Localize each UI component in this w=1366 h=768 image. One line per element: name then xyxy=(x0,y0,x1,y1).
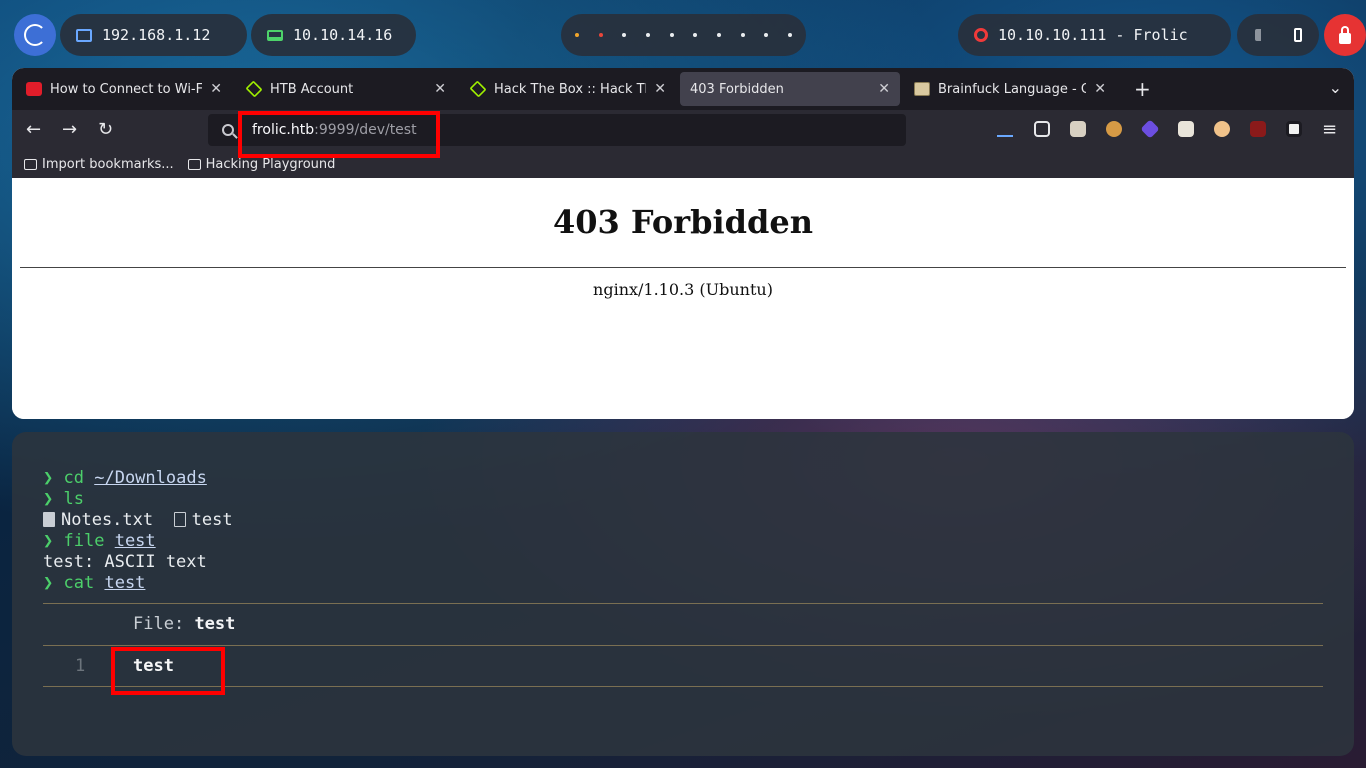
page-content: 403 Forbidden nginx/1.10.3 (Ubuntu) xyxy=(12,178,1354,419)
server-signature: nginx/1.10.3 (Ubuntu) xyxy=(593,280,773,299)
foxyproxy-icon[interactable] xyxy=(1178,121,1194,137)
tab-title: Brainfuck Language - Onli xyxy=(938,81,1087,97)
bookmark-import[interactable]: Import bookmarks... xyxy=(24,157,174,172)
bookmark-label: Hacking Playground xyxy=(205,156,336,172)
tab-hack-the-box[interactable]: Hack The Box :: Hack The B ✕ xyxy=(460,72,676,106)
target-icon xyxy=(974,28,988,42)
local-ip-indicator[interactable]: 192.168.1.12 xyxy=(60,14,247,56)
bookmark-label: Import bookmarks... xyxy=(42,156,174,172)
bat-header-row: File: test xyxy=(43,603,1323,645)
workspace-dot-5[interactable] xyxy=(669,33,674,37)
folder-icon xyxy=(187,158,201,170)
laptop-icon xyxy=(267,29,283,41)
tab-title: How to Connect to Wi-Fi Th xyxy=(50,81,203,97)
bat-output-table: File: test 1 test xyxy=(43,603,1323,687)
terminal-line-ls: ❯ ls xyxy=(43,489,84,509)
workspace-dot-4[interactable] xyxy=(645,33,650,37)
back-arrow-icon[interactable]: ← xyxy=(26,119,41,140)
workspace-dot-7[interactable] xyxy=(716,33,721,37)
tab-strip: How to Connect to Wi-Fi Th ✕ HTB Account… xyxy=(12,68,1354,110)
terminal-line-file-cmd: ❯ file test xyxy=(43,531,156,551)
bat-file-header: File: test xyxy=(133,614,236,634)
browser-window: How to Connect to Wi-Fi Th ✕ HTB Account… xyxy=(12,68,1354,419)
new-tab-plus-icon[interactable]: + xyxy=(1134,77,1151,101)
workspace-dot-1[interactable] xyxy=(575,33,579,37)
forward-arrow-icon[interactable]: → xyxy=(62,119,77,140)
chevron-down-icon[interactable]: ⌄ xyxy=(1329,78,1342,97)
launcher-button[interactable] xyxy=(14,14,56,56)
hacktools-icon[interactable] xyxy=(1070,121,1086,137)
workspace-dot-3[interactable] xyxy=(622,33,627,37)
red-badge-icon xyxy=(26,82,42,96)
tab-title: Hack The Box :: Hack The B xyxy=(494,81,646,97)
debian-logo-icon xyxy=(24,24,46,46)
brainfuck-icon xyxy=(914,82,930,96)
htb-cube-icon xyxy=(245,80,263,98)
target-text: 10.10.10.111 - Frolic xyxy=(998,26,1188,44)
tab-403-forbidden[interactable]: 403 Forbidden ✕ xyxy=(680,72,900,106)
close-icon[interactable]: ✕ xyxy=(210,81,222,97)
wappalyzer-icon[interactable] xyxy=(1140,119,1160,139)
local-ip-text: 192.168.1.12 xyxy=(102,26,211,44)
tab-brainfuck[interactable]: Brainfuck Language - Onli ✕ xyxy=(904,72,1116,106)
close-icon[interactable]: ✕ xyxy=(878,81,890,97)
tab-wifi[interactable]: How to Connect to Wi-Fi Th ✕ xyxy=(16,72,232,106)
workspace-switcher[interactable] xyxy=(561,14,806,56)
close-icon[interactable]: ✕ xyxy=(1094,81,1106,97)
close-icon[interactable]: ✕ xyxy=(434,81,446,97)
terminal-line-cat: ❯ cat test xyxy=(43,573,146,593)
download-icon[interactable] xyxy=(997,121,1013,137)
network-icon xyxy=(76,28,92,42)
tab-title: HTB Account xyxy=(270,81,354,97)
bookmark-hacking-playground[interactable]: Hacking Playground xyxy=(187,156,336,172)
terminal-window[interactable]: ❯ cd ~/Downloads ❯ ls Notes.txt test ❯ f… xyxy=(12,432,1354,756)
terminal-line-files: Notes.txt test xyxy=(43,510,233,530)
vpn-ip-text: 10.10.14.16 xyxy=(293,26,393,44)
terminal-line-cd: ❯ cd ~/Downloads xyxy=(43,468,207,488)
vpn-ip-indicator[interactable]: 10.10.14.16 xyxy=(251,14,416,56)
system-tray xyxy=(1237,14,1319,56)
battery-icon[interactable] xyxy=(1293,28,1302,42)
close-icon[interactable]: ✕ xyxy=(654,81,666,97)
qr-code-icon[interactable] xyxy=(1286,121,1302,137)
workspace-dot-10[interactable] xyxy=(787,33,792,37)
htb-cube-icon xyxy=(469,80,487,98)
cookie-icon[interactable] xyxy=(1106,121,1122,137)
page-title: 403 Forbidden xyxy=(552,203,813,241)
search-icon xyxy=(222,124,234,136)
lock-icon xyxy=(1339,25,1351,44)
nav-toolbar: ← → ↻ frolic.htb:9999/dev/test ≡ xyxy=(12,110,1354,150)
menu-hamburger-icon[interactable]: ≡ xyxy=(1322,119,1337,140)
lock-screen-button[interactable] xyxy=(1324,14,1366,56)
workspace-dot-9[interactable] xyxy=(764,33,769,37)
file-icon xyxy=(173,512,186,527)
ublock-icon[interactable] xyxy=(1250,121,1266,137)
import-icon xyxy=(24,158,37,170)
bookmarks-toolbar: Import bookmarks... Hacking Playground xyxy=(12,150,1354,178)
extensions-puzzle-icon[interactable] xyxy=(1034,121,1050,137)
workspace-dot-8[interactable] xyxy=(740,33,745,37)
line-number: 1 xyxy=(75,656,86,676)
highlight-box-content xyxy=(111,647,225,695)
volume-muted-icon[interactable] xyxy=(1254,29,1269,41)
tab-htb-account[interactable]: HTB Account ✕ xyxy=(236,72,456,106)
divider xyxy=(20,267,1346,268)
highlight-box-url xyxy=(238,111,440,158)
tab-title: 403 Forbidden xyxy=(690,81,784,97)
user-agent-switcher-icon[interactable] xyxy=(1214,121,1230,137)
terminal-line-file-output: test: ASCII text xyxy=(43,552,207,572)
bat-content-row: 1 test xyxy=(43,645,1323,687)
target-indicator[interactable]: 10.10.10.111 - Frolic xyxy=(958,14,1231,56)
workspace-dot-2[interactable] xyxy=(598,33,603,37)
reload-icon[interactable]: ↻ xyxy=(98,119,113,140)
file-text-icon xyxy=(43,512,55,527)
workspace-dot-6[interactable] xyxy=(693,33,698,37)
